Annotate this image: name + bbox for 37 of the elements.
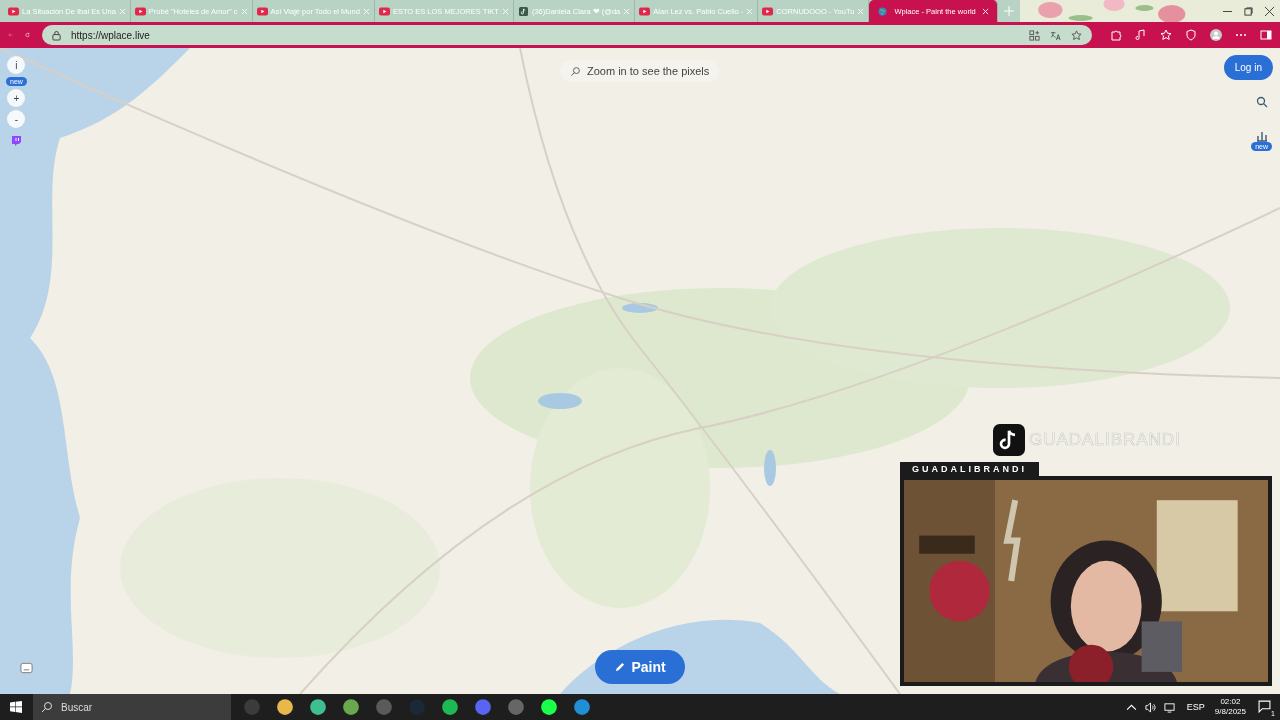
app-icon[interactable] bbox=[540, 698, 558, 716]
restore-icon[interactable] bbox=[1244, 6, 1253, 16]
puzzle-icon[interactable] bbox=[1110, 29, 1122, 41]
profile-avatar-icon[interactable] bbox=[1210, 29, 1222, 41]
app-icon[interactable] bbox=[441, 698, 459, 716]
star-icon[interactable] bbox=[1071, 29, 1082, 41]
windows-logo-icon[interactable] bbox=[10, 701, 22, 713]
taskbar-search-field[interactable]: Buscar bbox=[33, 694, 231, 720]
shield-icon[interactable] bbox=[1185, 29, 1197, 41]
chevron-up-icon[interactable] bbox=[1125, 701, 1137, 713]
lock-icon bbox=[52, 29, 61, 41]
favorites-star-icon[interactable] bbox=[1160, 29, 1172, 41]
clock-time: 02:02 bbox=[1220, 697, 1241, 707]
app-icon[interactable] bbox=[309, 698, 327, 716]
sidebar-icon[interactable] bbox=[1260, 29, 1272, 41]
video-play-icon bbox=[134, 6, 146, 16]
close-icon[interactable] bbox=[1265, 6, 1274, 16]
video-play-icon bbox=[762, 6, 774, 16]
language-indicator[interactable]: ESP bbox=[1186, 702, 1205, 712]
music-note-icon[interactable] bbox=[1135, 29, 1147, 41]
message-icon bbox=[1258, 700, 1271, 713]
speaker-icon[interactable] bbox=[1144, 701, 1156, 713]
globe-icon bbox=[877, 6, 889, 16]
music-note-icon bbox=[517, 6, 529, 16]
clock-date: 9/8/2025 bbox=[1214, 707, 1246, 717]
app-grid-icon[interactable] bbox=[1029, 29, 1040, 41]
search-icon bbox=[41, 701, 53, 713]
url-text: https://wplace.live bbox=[71, 29, 150, 41]
app-icon[interactable] bbox=[276, 698, 294, 716]
app-icon[interactable] bbox=[342, 698, 360, 716]
address-bar[interactable]: https://wplace.live bbox=[42, 25, 1092, 45]
video-play-icon bbox=[378, 6, 390, 16]
video-play-icon bbox=[639, 6, 651, 16]
translate-icon[interactable] bbox=[1050, 29, 1061, 41]
video-play-icon bbox=[8, 6, 19, 16]
video-play-icon bbox=[256, 6, 268, 16]
network-icon[interactable] bbox=[1163, 701, 1175, 713]
